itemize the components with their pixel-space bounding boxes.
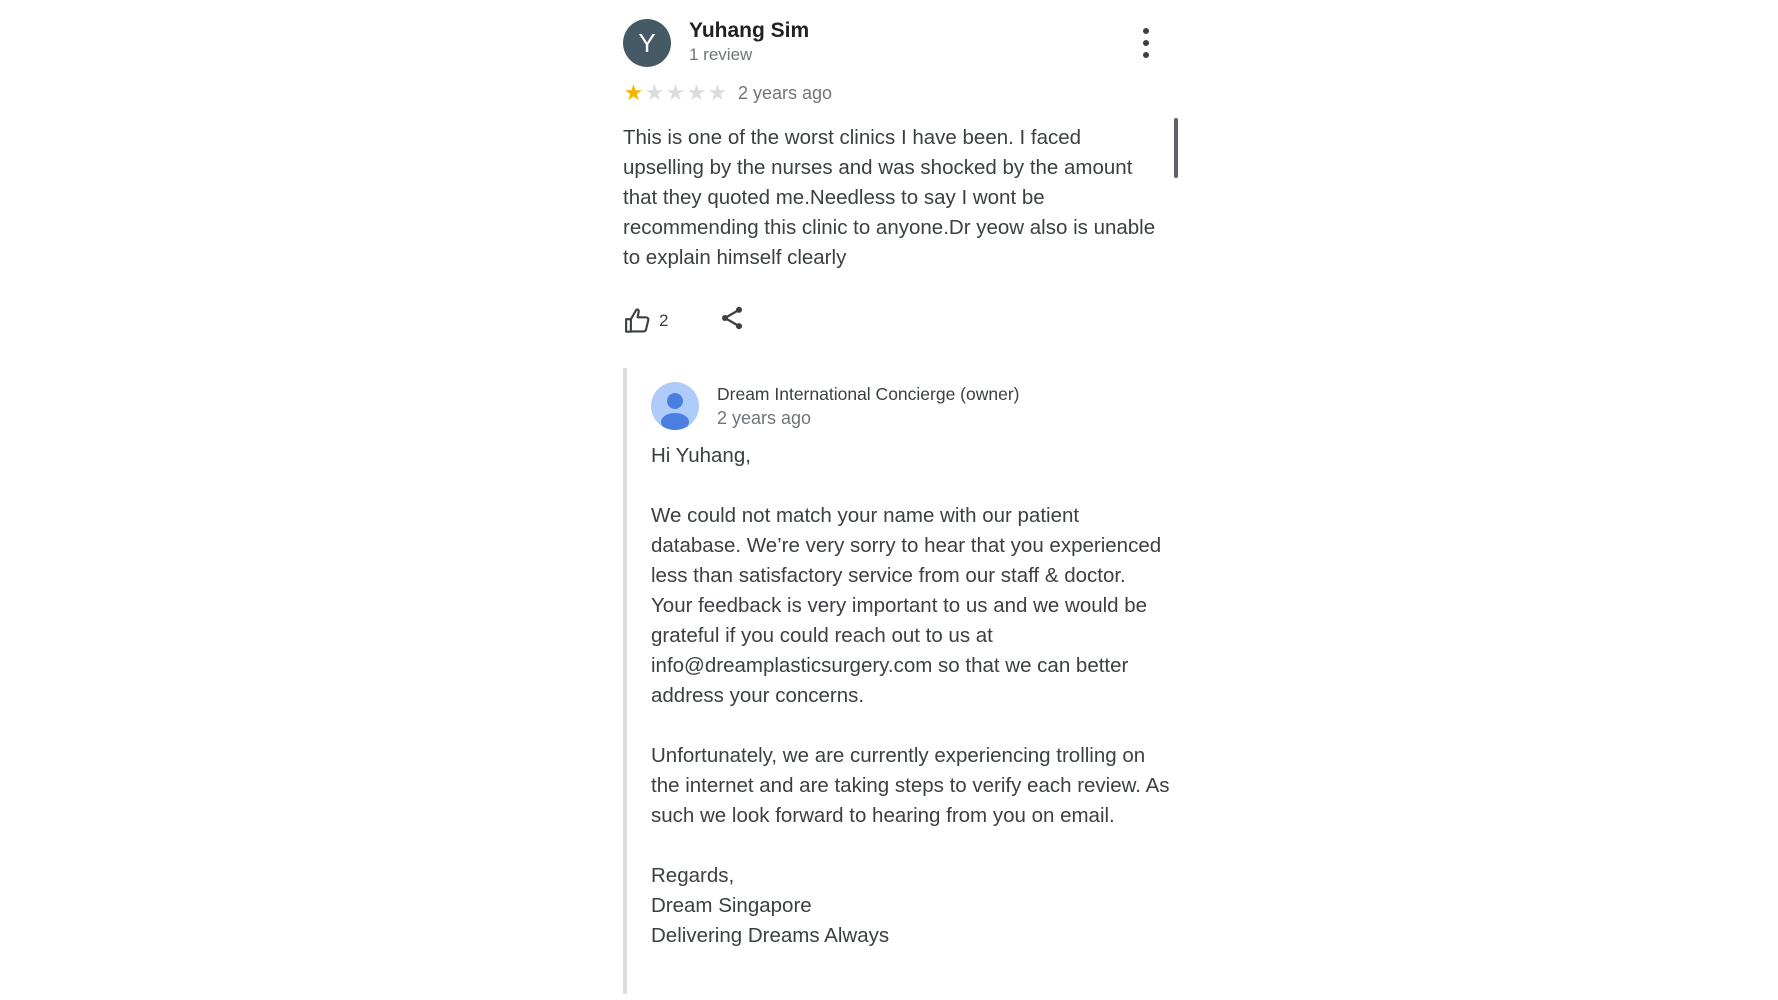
more-dot <box>1143 52 1149 58</box>
owner-reply-body: Hi Yuhang, We could not match your name … <box>651 441 1171 951</box>
star-icon: ★ <box>665 80 686 105</box>
reply-signoff: Regards, <box>651 864 735 887</box>
review-header: Y Yuhang Sim 1 review <box>623 18 1183 68</box>
reviewer-avatar[interactable]: Y <box>623 19 671 67</box>
share-icon <box>722 306 743 330</box>
reply-paragraph: Unfortunately, we are currently experien… <box>651 744 1170 827</box>
reply-tagline: Delivering Dreams Always <box>651 924 890 947</box>
review-text: This is one of the worst clinics I have … <box>623 126 1156 269</box>
more-dot <box>1143 28 1149 34</box>
star-icon: ★ <box>623 80 644 105</box>
person-avatar-icon <box>651 382 699 430</box>
reply-paragraph: We could not match your name with our pa… <box>651 504 1162 707</box>
reviewer-info: Yuhang Sim 1 review <box>689 18 809 66</box>
review-date: 2 years ago <box>738 82 833 103</box>
reply-greeting: Hi Yuhang, <box>651 444 751 467</box>
share-button[interactable] <box>718 304 746 337</box>
more-vert-icon[interactable] <box>1134 28 1158 58</box>
owner-reply-date: 2 years ago <box>717 408 812 428</box>
owner-reply: Dream International Concierge (owner) 2 … <box>623 368 1187 994</box>
review-actions: 2 <box>623 304 746 337</box>
star-icon: ★ <box>644 80 665 105</box>
like-button[interactable]: 2 <box>623 306 668 336</box>
star-icon: ★ <box>707 80 728 105</box>
person-silhouette <box>661 393 689 430</box>
star-rating: ★ ★ ★ ★ ★ <box>623 82 728 104</box>
reviewer-name[interactable]: Yuhang Sim <box>689 18 809 44</box>
review-page: Y Yuhang Sim 1 review ★ ★ ★ ★ ★ 2 years ago … <box>0 0 1778 1000</box>
review-card: Y Yuhang Sim 1 review ★ ★ ★ ★ ★ 2 years ago … <box>623 18 1183 269</box>
more-dot <box>1143 40 1149 46</box>
owner-meta: Dream International Concierge (owner) 2 … <box>717 382 1020 430</box>
scrollbar-thumb[interactable] <box>1174 118 1178 178</box>
star-icon: ★ <box>686 80 707 105</box>
like-count: 2 <box>659 310 669 330</box>
reviewer-review-count[interactable]: 1 review <box>689 44 809 66</box>
owner-name: Dream International Concierge (owner) <box>717 384 1020 404</box>
rating-row: ★ ★ ★ ★ ★ 2 years ago <box>623 82 832 104</box>
reply-signature: Dream Singapore <box>651 894 812 917</box>
thumbs-up-icon <box>625 307 650 333</box>
